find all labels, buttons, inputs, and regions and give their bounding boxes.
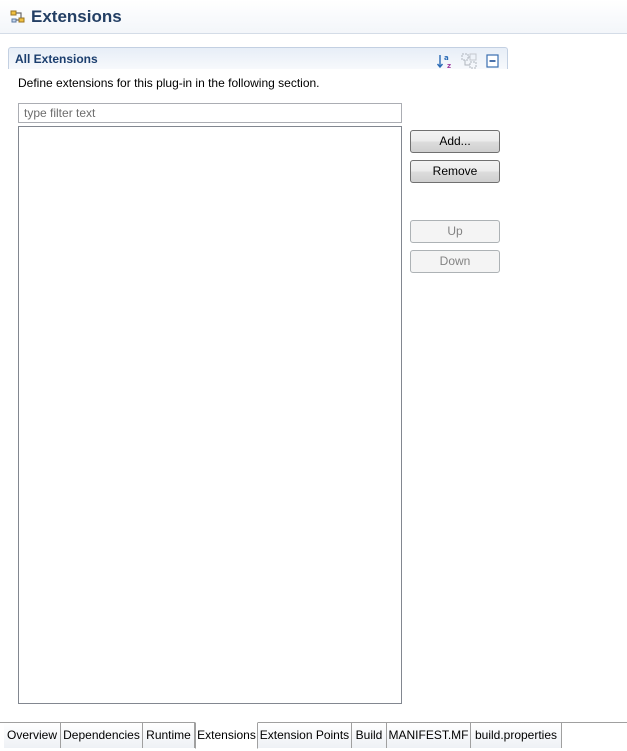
tab-runtime[interactable]: Runtime (143, 723, 195, 748)
svg-text:a: a (444, 54, 449, 62)
up-button[interactable]: Up (410, 220, 500, 243)
tab-build-properties[interactable]: build.properties (471, 723, 562, 748)
tab-overview[interactable]: Overview (4, 723, 61, 748)
down-button[interactable]: Down (410, 250, 500, 273)
extensions-editor-page: Extensions All Extensions a z Define ext… (0, 0, 627, 751)
page-title: Extensions (31, 7, 122, 26)
tab-dependencies[interactable]: Dependencies (61, 723, 143, 748)
editor-tabs: Overview Dependencies Runtime Extensions… (0, 722, 627, 749)
filter-text-input[interactable] (18, 103, 402, 123)
filter-related-icon[interactable] (460, 52, 478, 70)
section-title: All Extensions (15, 52, 98, 66)
extensions-icon (10, 10, 25, 23)
form-header: Extensions (0, 0, 627, 34)
tab-extension-points[interactable]: Extension Points (258, 723, 352, 748)
section-description: Define extensions for this plug-in in th… (18, 76, 320, 90)
extensions-tree[interactable] (18, 126, 402, 704)
tab-build[interactable]: Build (352, 723, 387, 748)
remove-button[interactable]: Remove (410, 160, 500, 183)
add-button[interactable]: Add... (410, 130, 500, 153)
tab-extensions[interactable]: Extensions (195, 722, 258, 749)
sort-alphabetically-icon[interactable]: a z (436, 52, 454, 70)
all-extensions-section-header: All Extensions a z (8, 47, 508, 70)
collapse-all-icon[interactable] (484, 52, 502, 70)
svg-text:z: z (447, 62, 451, 70)
tab-manifest-mf[interactable]: MANIFEST.MF (387, 723, 471, 748)
